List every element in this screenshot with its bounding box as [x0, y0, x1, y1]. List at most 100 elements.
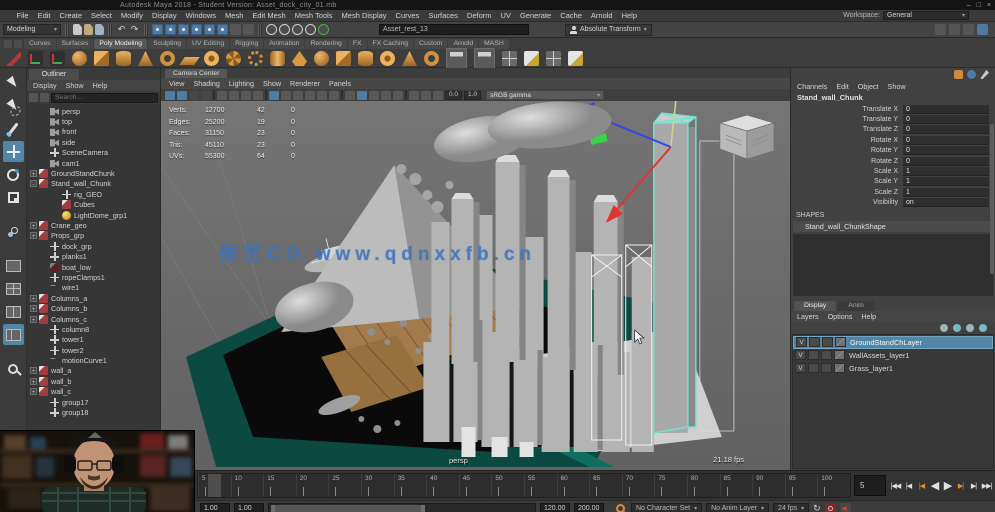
layer-tab-display[interactable]: Display: [794, 301, 836, 311]
viewport-icon[interactable]: [281, 91, 291, 100]
poly-prism-icon[interactable]: [292, 51, 307, 66]
expand-toggle-icon[interactable]: +: [30, 222, 37, 229]
shelf-tab-custom[interactable]: Custom: [414, 39, 447, 49]
outliner-search-input[interactable]: [51, 93, 158, 103]
undo-button[interactable]: ↶: [116, 24, 127, 35]
boat_low[interactable]: boat_low: [27, 262, 160, 272]
mute-audio-icon[interactable]: [840, 503, 851, 512]
layer-color-swatch[interactable]: [834, 363, 845, 373]
render-sequence-button[interactable]: [318, 24, 329, 35]
wall_c[interactable]: +wall_c: [27, 387, 160, 397]
snap-to-points-button[interactable]: [178, 24, 189, 35]
menu-item[interactable]: Select: [87, 11, 117, 20]
layer-menu-item[interactable]: Layers: [797, 312, 819, 321]
poly-gem-icon[interactable]: [424, 51, 439, 66]
frame-tick[interactable]: 60: [557, 474, 590, 497]
outliner-scrollbar[interactable]: [990, 124, 994, 274]
viewport-icon[interactable]: [329, 91, 339, 100]
poly-pyramid-icon[interactable]: [336, 51, 351, 66]
layout-two-pane-button[interactable]: [3, 301, 24, 322]
viewport-icon[interactable]: [341, 90, 343, 100]
channel-box-menu-item[interactable]: Edit: [836, 82, 848, 91]
shelf-tab-uv-editing[interactable]: UV Editing: [187, 39, 229, 49]
wire1[interactable]: wire1: [27, 283, 160, 293]
selection-mask-dropdown[interactable]: Modeling▾: [3, 24, 61, 35]
rotate-tool[interactable]: [3, 164, 24, 185]
attribute-value-field[interactable]: 1: [903, 177, 989, 186]
menu-item[interactable]: Cache: [556, 11, 587, 20]
character-controls-toggle[interactable]: [949, 24, 960, 35]
poly-sphere-icon[interactable]: [72, 51, 87, 66]
step-back-key-button[interactable]: |◀: [915, 478, 928, 494]
snap-to-curves-button[interactable]: [165, 24, 176, 35]
top[interactable]: top: [27, 116, 160, 126]
layer-menu-item[interactable]: Options: [828, 312, 853, 321]
outliner-tab[interactable]: Outliner: [29, 69, 79, 80]
sculpt-icon[interactable]: [568, 51, 583, 66]
go-to-start-button[interactable]: |◀◀: [889, 478, 902, 494]
shelf-options-icon[interactable]: [14, 40, 22, 48]
status-grip[interactable]: [258, 24, 262, 36]
layout-four-pane-button[interactable]: [3, 278, 24, 299]
Props_grp[interactable]: +Props_grp: [27, 231, 160, 241]
group18[interactable]: group18: [27, 407, 160, 417]
character-icon[interactable]: [954, 70, 963, 79]
frame-tick[interactable]: 40: [426, 474, 459, 497]
expand-toggle-icon[interactable]: -: [30, 180, 37, 187]
Columns_c[interactable]: +Columns_c: [27, 314, 160, 324]
viewport-icon[interactable]: [241, 91, 251, 100]
menu-item[interactable]: Mesh Tools: [290, 11, 337, 20]
render-current-frame-button[interactable]: [279, 24, 290, 35]
frame-tick[interactable]: 35: [394, 474, 427, 497]
shelf-tab-surfaces[interactable]: Surfaces: [57, 39, 94, 49]
step-back-frame-button[interactable]: |◀: [902, 478, 915, 494]
input-mode-dropdown[interactable]: Absolute Transform▾: [565, 24, 652, 36]
viewport-icon[interactable]: [253, 91, 263, 100]
viewport-icon[interactable]: [177, 91, 187, 100]
menu-item[interactable]: Edit: [33, 11, 55, 20]
layer-menu-item[interactable]: Help: [861, 312, 876, 321]
frame-tick[interactable]: 5: [198, 474, 231, 497]
viewport-icon[interactable]: [269, 91, 279, 100]
shelf-tab-rendering[interactable]: Rendering: [305, 39, 346, 49]
tower2[interactable]: tower2: [27, 345, 160, 355]
render-settings-button[interactable]: [305, 24, 316, 35]
status-grip[interactable]: [144, 24, 148, 36]
loop-mode-icon[interactable]: ↻: [813, 503, 821, 512]
viewport-icon[interactable]: [357, 91, 367, 100]
shelf-tab-fx[interactable]: FX: [348, 39, 367, 49]
frame-tick[interactable]: 90: [752, 474, 785, 497]
magnifier-icon[interactable]: [3, 358, 24, 379]
motionCurve1[interactable]: motionCurve1: [27, 355, 160, 365]
poly-plane-icon[interactable]: [179, 57, 200, 65]
poly-gear-icon[interactable]: [226, 51, 241, 66]
outliner-menu-item[interactable]: Help: [93, 81, 108, 90]
open-scene-button[interactable]: [84, 24, 93, 35]
time-slider-track[interactable]: 5101520253035404550556065707580859095100: [197, 473, 851, 498]
open-render-view-button[interactable]: [266, 24, 277, 35]
save-scene-button[interactable]: [95, 24, 104, 35]
anim-layer-dropdown[interactable]: No Anim Layer▾: [706, 503, 769, 512]
viewport-icon[interactable]: [369, 91, 379, 100]
status-grip[interactable]: [108, 24, 112, 36]
menu-item[interactable]: Windows: [181, 11, 220, 20]
expand-toggle-icon[interactable]: +: [30, 170, 37, 177]
layer-display-type-toggle[interactable]: [821, 350, 832, 360]
viewport-icon[interactable]: [345, 91, 355, 100]
channel-box-menu-item[interactable]: Object: [858, 82, 879, 91]
GroundStandChunk[interactable]: +GroundStandChunk: [27, 168, 160, 178]
attribute-value-field[interactable]: 0: [903, 105, 989, 114]
key-icon[interactable]: [967, 70, 976, 79]
poly-soccerball-icon[interactable]: [358, 51, 373, 66]
range-slider-bar[interactable]: [271, 505, 425, 512]
attribute-value-field[interactable]: 0: [903, 146, 989, 155]
menu-item[interactable]: Deform: [462, 11, 496, 20]
Stand_wall_Chunk[interactable]: -Stand_wall_Chunk: [27, 179, 160, 189]
frame-tick[interactable]: 65: [589, 474, 622, 497]
menu-item[interactable]: Mesh: [221, 11, 248, 20]
viewport-icon[interactable]: [305, 91, 315, 100]
viewport-menu-item[interactable]: Show: [263, 79, 281, 88]
status-grip[interactable]: [65, 24, 69, 36]
viewport-icon[interactable]: [381, 91, 391, 100]
expand-toggle-icon[interactable]: +: [30, 378, 37, 385]
